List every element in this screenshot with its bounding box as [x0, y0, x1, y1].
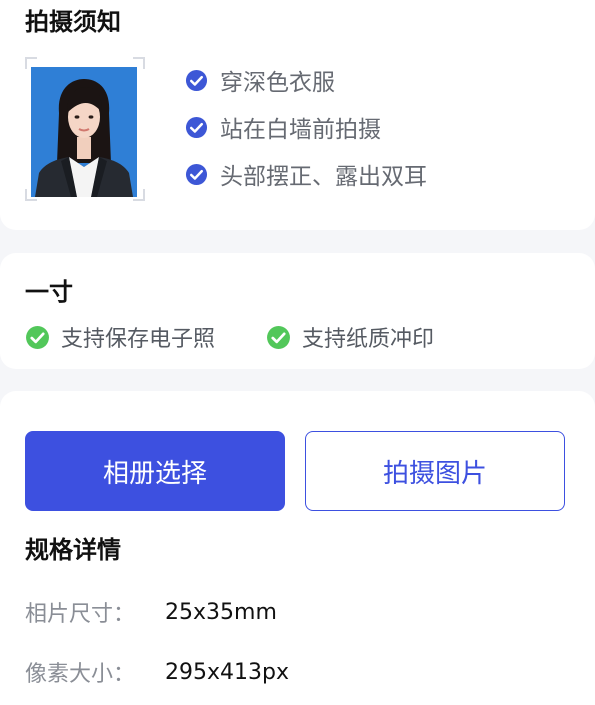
select-from-album-button[interactable]: 相册选择 — [25, 431, 285, 511]
photo-size-title: 一寸 — [25, 278, 73, 306]
sample-id-photo-frame — [25, 57, 145, 201]
check-circle-icon — [185, 116, 208, 138]
spec-label: 相片尺寸： — [25, 602, 136, 627]
take-photo-button[interactable]: 拍摄图片 — [305, 431, 565, 511]
spec-value: 295x413px — [165, 659, 289, 685]
sample-id-photo — [31, 67, 137, 197]
feature-item: 支持保存电子照 — [25, 322, 215, 352]
feature-item: 支持纸质冲印 — [266, 322, 434, 352]
feature-text: 支持保存电子照 — [61, 327, 216, 352]
requirement-item: 站在白墙前拍摄 — [185, 112, 381, 143]
spec-value: 25x35mm — [165, 599, 277, 625]
requirement-item: 头部摆正、露出双耳 — [185, 159, 427, 190]
spec-row-photo-size: 相片尺寸： 25x35mm — [25, 597, 277, 628]
feature-text: 支持纸质冲印 — [302, 327, 435, 352]
requirement-text: 站在白墙前拍摄 — [220, 117, 381, 143]
spec-details-title: 规格详情 — [25, 536, 121, 564]
shooting-notes-title: 拍摄须知 — [25, 8, 121, 36]
spec-label: 像素大小： — [25, 662, 136, 687]
spec-row-pixel-size: 像素大小： 295x413px — [25, 657, 289, 688]
check-circle-icon — [185, 69, 208, 91]
requirement-text: 头部摆正、露出双耳 — [220, 164, 427, 190]
check-circle-icon — [26, 325, 49, 349]
check-circle-icon — [267, 325, 290, 349]
requirement-item: 穿深色衣服 — [185, 65, 335, 96]
check-circle-icon — [185, 163, 208, 185]
requirement-text: 穿深色衣服 — [220, 70, 335, 96]
